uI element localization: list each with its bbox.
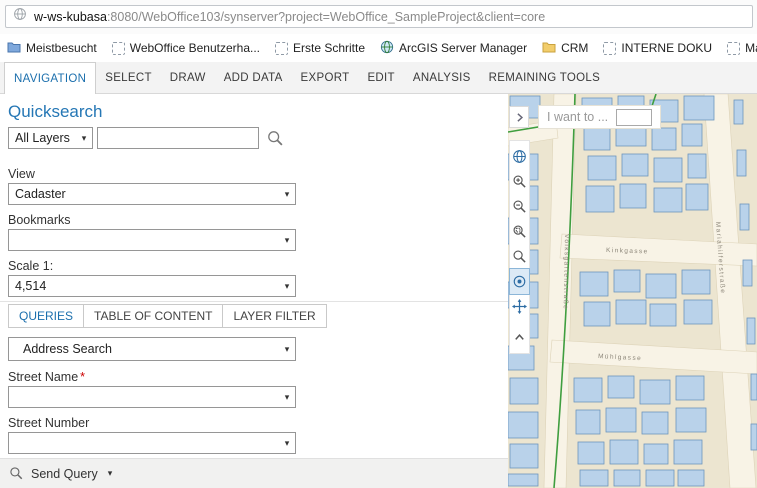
bookmark-meistbesucht[interactable]: Meistbesucht [7,41,97,56]
street-label: Volksgartenstraße [562,234,570,310]
placeholder-icon [112,42,125,55]
street-name-label: Street Name* [8,370,85,384]
search-icon [267,130,284,147]
chevron-down-icon: ▾ [76,133,92,144]
position-tool-button[interactable] [510,269,529,294]
ribbon-tab-bar: NAVIGATION SELECT DRAW ADD DATA EXPORT E… [0,62,757,94]
position-dot-icon [512,274,527,289]
zoom-in-icon [512,174,527,189]
bookmarks-label: Bookmarks [8,213,71,227]
street-number-combobox[interactable]: ▾ [8,432,296,454]
folder-blue-icon [7,41,21,56]
tab-draw[interactable]: DRAW [161,62,215,93]
tab-remaining-tools[interactable]: REMAINING TOOLS [480,62,609,93]
zoom-full-extent-button[interactable] [510,244,529,269]
zoom-window-button[interactable] [510,219,529,244]
tab-table-of-content[interactable]: TABLE OF CONTENT [83,304,223,328]
zoom-in-button[interactable] [510,169,529,194]
chevron-down-icon: ▾ [279,438,295,449]
bookmark-mantis[interactable]: Mantis [727,41,757,55]
chevron-right-icon [513,111,526,124]
chevron-down-icon: ▾ [279,281,295,292]
address-bar[interactable]: w-ws-kubasa:8080/WebOffice103/synserver?… [5,5,753,28]
chevron-down-icon: ▾ [279,235,295,246]
chevron-down-icon: ▾ [279,189,295,200]
chevron-up-icon [512,330,527,345]
query-type-select[interactable]: Address Search ▾ [8,337,296,361]
tab-add-data[interactable]: ADD DATA [215,62,292,93]
map-canvas[interactable]: Kinkgasse Mühlgasse Mariahilferstraße Vo… [508,94,757,488]
chevron-down-icon[interactable]: ▾ [108,468,113,479]
globe-icon [13,7,27,26]
tab-analysis[interactable]: ANALYSIS [404,62,480,93]
url-text[interactable]: w-ws-kubasa:8080/WebOffice103/synserver?… [34,10,545,24]
pan-arrows-icon [512,299,527,314]
url-host: w-ws-kubasa [34,10,107,24]
chevron-down-icon: ▾ [279,344,295,355]
i-want-to-widget[interactable]: I want to ... [538,105,661,129]
quicksearch-layer-select[interactable]: All Layers ▾ [8,127,93,149]
bookmarks-select[interactable]: ▾ [8,229,296,251]
bookmark-erste-schritte[interactable]: Erste Schritte [275,41,365,55]
panel-tab-strip: QUERIES TABLE OF CONTENT LAYER FILTER [8,304,326,328]
bookmark-weboffice-benutzerhandbuch[interactable]: WebOffice Benutzerha... [112,41,260,55]
panel-divider [0,301,508,302]
street-number-label: Street Number [8,416,89,430]
placeholder-icon [727,42,740,55]
view-select[interactable]: Cadaster ▾ [8,183,296,205]
scale-label: Scale 1: [8,259,53,273]
app-window: w-ws-kubasa:8080/WebOffice103/synserver?… [0,0,757,488]
magnifier-icon [512,249,527,264]
quicksearch-input[interactable] [97,127,259,149]
tool-panel: Quicksearch All Layers ▾ View Cadaster ▾… [0,94,508,488]
map-toolbar [509,140,530,354]
tab-queries[interactable]: QUERIES [8,304,84,328]
required-asterisk: * [80,370,85,384]
bookmark-crm[interactable]: CRM [542,41,588,56]
bookmarks-toolbar: Meistbesucht WebOffice Benutzerha... Ers… [0,34,757,62]
street-label: Kinkgasse [606,247,649,255]
collapse-panel-button[interactable] [509,106,529,128]
quicksearch-search-button[interactable] [263,126,287,150]
scale-select[interactable]: 4,514 ▾ [8,275,296,297]
tab-navigation[interactable]: NAVIGATION [4,62,96,94]
bookmark-arcgis-server-manager[interactable]: ArcGIS Server Manager [380,40,527,57]
map-viewport[interactable]: Kinkgasse Mühlgasse Mariahilferstraße Vo… [508,94,757,488]
browser-chrome: w-ws-kubasa:8080/WebOffice103/synserver?… [0,0,757,34]
chevron-down-icon: ▾ [279,392,295,403]
overview-globe-button[interactable] [510,144,529,169]
folder-yellow-icon [542,41,556,56]
tab-edit[interactable]: EDIT [358,62,403,93]
view-label: View [8,167,35,181]
pan-tool-button[interactable] [510,294,529,319]
tab-export[interactable]: EXPORT [292,62,359,93]
bookmark-interne-doku[interactable]: INTERNE DOKU [603,41,712,55]
placeholder-icon [603,42,616,55]
zoom-window-icon [512,224,527,239]
zoom-out-icon [512,199,527,214]
send-query-bar[interactable]: Send Query ▾ [0,458,508,488]
url-path: :8080/WebOffice103/synserver?project=Web… [107,10,545,24]
street-name-combobox[interactable]: ▾ [8,386,296,408]
i-want-to-label: I want to ... [547,110,608,124]
send-query-icon [9,466,24,481]
i-want-to-input[interactable] [616,109,652,126]
tab-layer-filter[interactable]: LAYER FILTER [222,304,326,328]
globe-icon [512,149,527,164]
tab-select[interactable]: SELECT [96,62,161,93]
arcgis-globe-icon [380,40,394,57]
zoom-out-button[interactable] [510,194,529,219]
send-query-label: Send Query [31,467,98,481]
placeholder-icon [275,42,288,55]
quicksearch-title: Quicksearch [8,102,102,122]
collapse-toolbar-button[interactable] [510,325,529,350]
